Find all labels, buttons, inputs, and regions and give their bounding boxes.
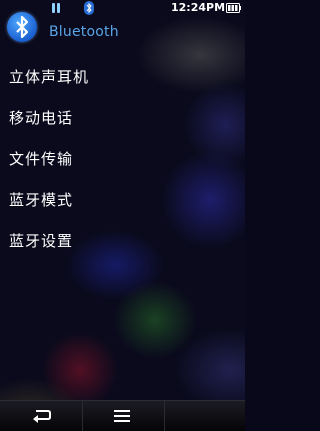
menu-button[interactable] [82, 401, 165, 431]
menu-item-bluetooth-settings[interactable]: 蓝牙设置 [0, 220, 245, 261]
menu-icon [114, 410, 130, 422]
bottom-softkey-bar [0, 400, 245, 431]
page-title: Bluetooth [49, 24, 119, 40]
menu-item-label: 蓝牙模式 [9, 191, 74, 209]
menu-item-label: 立体声耳机 [9, 68, 90, 86]
back-icon [33, 410, 51, 423]
empty-softkey-slot [164, 401, 245, 431]
menu-item-file-transfer[interactable]: 文件传输 [0, 138, 245, 179]
menu-item-label: 移动电话 [9, 109, 74, 127]
menu-item-stereo-headset[interactable]: 立体声耳机 [0, 56, 245, 97]
menu-item-label: 文件传输 [9, 150, 74, 168]
title-bar: Bluetooth [0, 0, 245, 46]
back-button[interactable] [0, 401, 83, 431]
menu-item-label: 蓝牙设置 [9, 232, 74, 250]
bluetooth-icon [7, 12, 37, 42]
menu-item-mobile-phone[interactable]: 移动电话 [0, 97, 245, 138]
bluetooth-menu-list: 立体声耳机 移动电话 文件传输 蓝牙模式 蓝牙设置 [0, 56, 245, 261]
menu-item-bluetooth-mode[interactable]: 蓝牙模式 [0, 179, 245, 220]
